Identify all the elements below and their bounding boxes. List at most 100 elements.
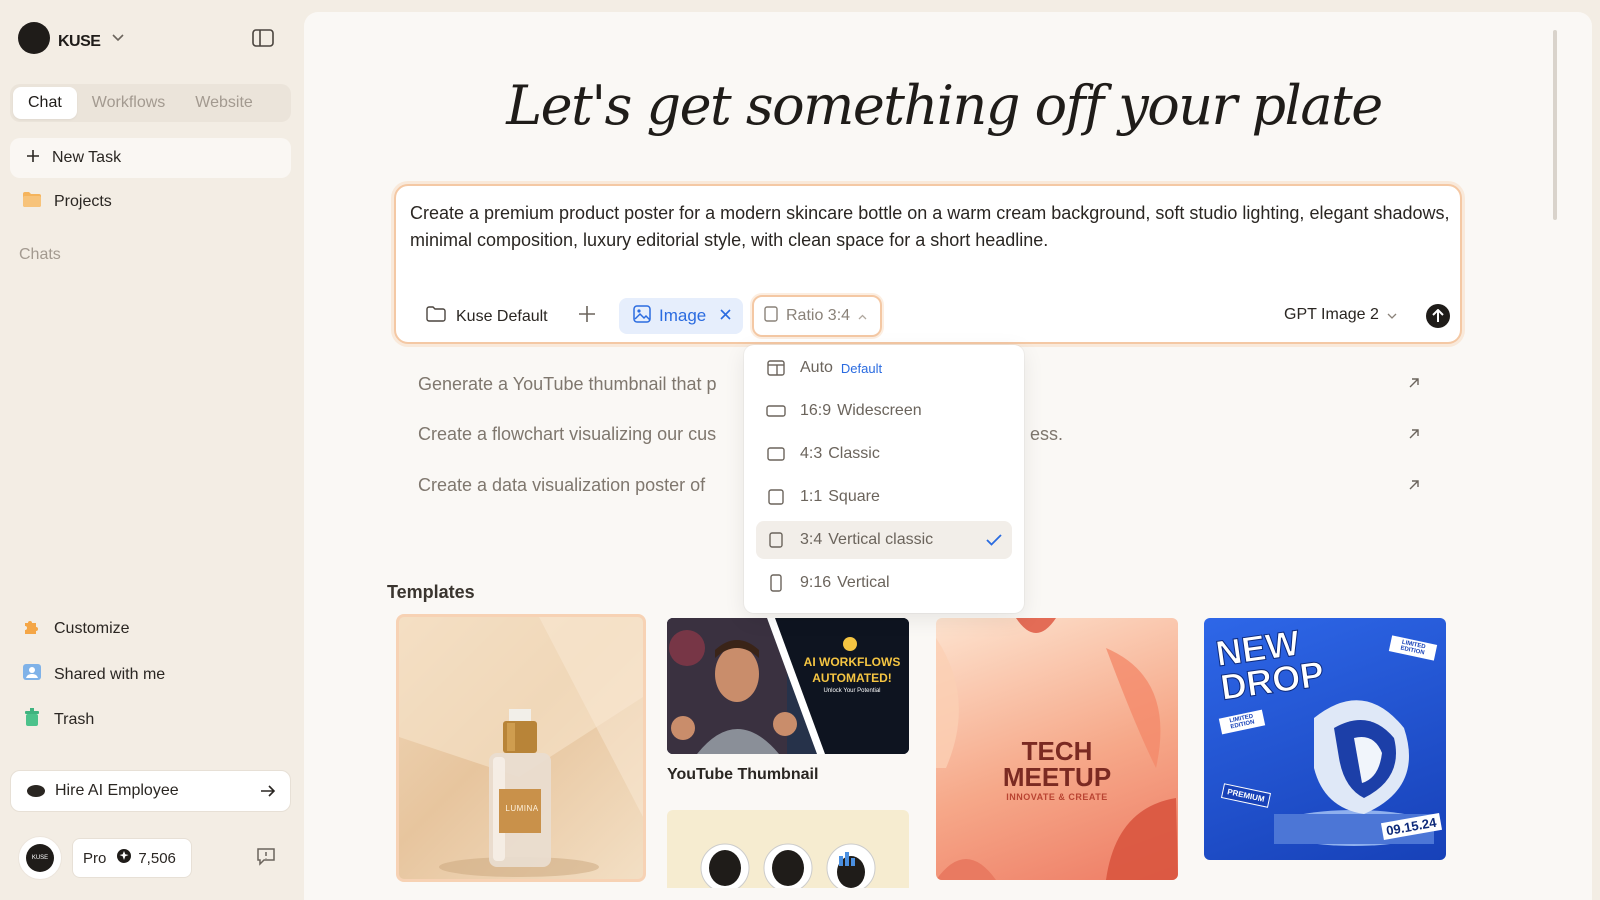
ratio-option-label: Auto (800, 359, 833, 376)
ratio-option-4-3[interactable]: 4:3 Classic (756, 435, 1012, 473)
send-button[interactable] (1426, 304, 1450, 328)
thumb-line-1: AI WORKFLOWS (803, 655, 901, 669)
sidebar-item-projects[interactable]: Projects (22, 190, 112, 213)
sidebar: KUSE Chat Workflows Website New Task Pro… (0, 0, 300, 900)
credit-icon (116, 848, 132, 868)
skincare-illustration (399, 617, 643, 877)
hire-icon (27, 785, 45, 797)
prompt-input[interactable]: Create a premium product poster for a mo… (410, 200, 1450, 254)
square-icon (766, 489, 786, 505)
sidebar-item-label: Projects (54, 192, 112, 210)
characters-illustration (700, 843, 876, 888)
page-title: Let's get something off your plate (506, 74, 1383, 137)
image-icon (633, 304, 651, 328)
model-selector[interactable]: GPT Image 2 (1284, 306, 1397, 324)
image-chip-label: Image (659, 306, 707, 325)
suggestion-item[interactable]: Create a flowchart visualizing our cus (418, 424, 716, 445)
workspace-label: Kuse Default (456, 307, 548, 325)
avatar[interactable]: KUSE (18, 836, 62, 880)
plan-label: Pro (83, 849, 107, 867)
credits-count: 7,506 (138, 849, 176, 867)
ratio-button[interactable]: Ratio 3:4 (752, 295, 882, 337)
shared-user-icon (22, 662, 42, 687)
ratio-icon (764, 305, 778, 327)
workspace-selector[interactable]: Kuse Default (426, 306, 548, 327)
add-attachment-icon[interactable] (578, 302, 596, 330)
auto-layout-icon (766, 360, 786, 376)
tab-workflows[interactable]: Workflows (77, 87, 181, 119)
sidebar-item-shared[interactable]: Shared with me (22, 662, 165, 687)
suggestion-item[interactable]: Generate a YouTube thumbnail that p (418, 374, 717, 395)
ratio-option-16-9[interactable]: 16:9 Widescreen (756, 392, 1012, 430)
classic-icon (766, 447, 786, 461)
ratio-option-9-16[interactable]: 9:16 Vertical (756, 564, 1012, 602)
ratio-option-name: Classic (828, 445, 880, 462)
feedback-icon[interactable] (256, 846, 276, 866)
sidebar-item-trash[interactable]: Trash (22, 707, 94, 732)
new-task-label: New Task (52, 149, 122, 166)
image-mode-chip[interactable]: Image (619, 298, 743, 334)
template-card-characters[interactable] (667, 810, 909, 888)
templates-heading: Templates (387, 582, 475, 602)
sidebar-item-customize[interactable]: Customize (22, 616, 130, 641)
template-label: YouTube Thumbnail (667, 766, 819, 783)
arrow-up-right-icon[interactable] (1408, 478, 1420, 496)
hire-label: Hire AI Employee (55, 782, 179, 799)
vertical-classic-icon (766, 532, 786, 548)
close-icon[interactable] (720, 307, 731, 325)
trash-icon (22, 707, 42, 732)
thumb-line-3: Unlock Your Potential (823, 688, 881, 694)
chevron-up-icon (858, 307, 867, 325)
meetup-title: TECH MEETUP INNOVATE & CREATE (936, 738, 1178, 804)
arrow-up-right-icon[interactable] (1408, 376, 1420, 394)
meetup-line-2: MEETUP (1002, 762, 1112, 792)
model-label: GPT Image 2 (1284, 306, 1379, 323)
prompt-box[interactable]: Create a premium product poster for a mo… (394, 184, 1462, 344)
ratio-option-name: Vertical (837, 574, 890, 591)
check-icon (986, 530, 1002, 551)
drop-title: NEW DROP (1213, 621, 1327, 708)
plus-icon (26, 149, 40, 168)
ratio-option-value: 1:1 (800, 488, 823, 505)
thumb-headline: AI WORKFLOWS AUTOMATED! Unlock Your Pote… (795, 654, 909, 696)
tab-website[interactable]: Website (180, 87, 268, 119)
suggestion-item-tail: ess. (1030, 424, 1064, 444)
ratio-option-auto[interactable]: Auto Default (756, 349, 1012, 387)
template-card-skincare[interactable]: LUMINA (396, 614, 646, 882)
template-card-tech-meetup[interactable]: TECH MEETUP INNOVATE & CREATE (936, 618, 1178, 880)
scrollbar[interactable] (1553, 30, 1557, 220)
template-card-new-drop[interactable]: NEW DROP LIMITED EDITION LIMITED EDITION… (1204, 618, 1446, 860)
new-task-button[interactable]: New Task (10, 138, 291, 178)
tab-chat[interactable]: Chat (13, 87, 77, 119)
brand-name: KUSE (58, 24, 101, 51)
sidebar-toggle-icon[interactable] (252, 28, 274, 48)
chevron-down-icon (112, 31, 125, 45)
chats-section-label: Chats (19, 246, 61, 263)
product-label: LUMINA (505, 804, 539, 813)
thumb-line-2: AUTOMATED! (812, 671, 892, 685)
prompt-toolbar: Kuse Default Image Ratio 3:4 GPT Image 2 (396, 295, 1460, 338)
sidebar-item-label: Customize (54, 619, 130, 637)
plan-credits[interactable]: Pro 7,506 (72, 838, 192, 878)
ratio-option-value: 16:9 (800, 402, 832, 419)
chevron-down-icon (1387, 306, 1397, 324)
default-badge: Default (840, 360, 883, 376)
puzzle-icon (22, 616, 42, 641)
credits: 7,506 (116, 848, 176, 868)
ratio-option-value: 4:3 (800, 445, 823, 462)
widescreen-icon (766, 405, 786, 417)
suggestion-item[interactable]: Create a data visualization poster of (418, 475, 705, 496)
ratio-option-name: Vertical classic (828, 531, 934, 548)
ratio-label: Ratio 3:4 (786, 307, 851, 324)
sidebar-item-label: Shared with me (54, 665, 166, 683)
folder-icon (22, 190, 42, 213)
template-card-youtube[interactable]: AI WORKFLOWS AUTOMATED! Unlock Your Pote… (667, 618, 909, 754)
ratio-option-3-4[interactable]: 3:4 Vertical classic (756, 521, 1012, 559)
arrow-up-right-icon[interactable] (1408, 427, 1420, 445)
arrow-right-icon (260, 781, 276, 802)
ratio-option-1-1[interactable]: 1:1 Square (756, 478, 1012, 516)
workspace-switcher[interactable]: KUSE (18, 22, 125, 54)
ratio-dropdown: Auto Default 16:9 Widescreen 4:3 Classic… (744, 345, 1024, 613)
ratio-option-name: Square (828, 488, 880, 505)
hire-ai-employee-button[interactable]: Hire AI Employee (10, 770, 291, 812)
